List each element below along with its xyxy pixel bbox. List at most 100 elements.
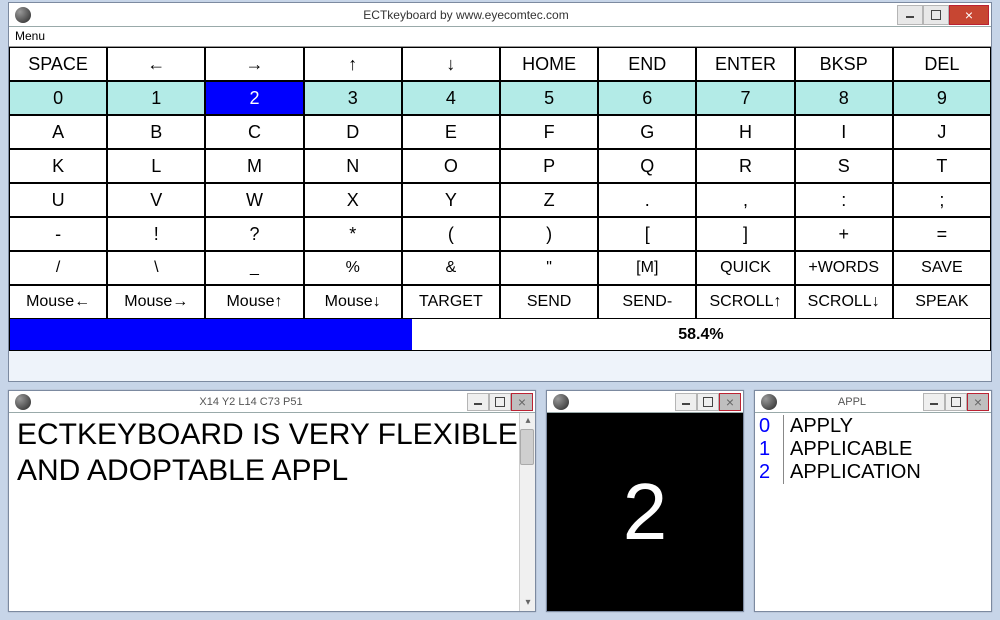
scrollbar[interactable]: ▴ ▾ [519, 413, 535, 611]
key-button[interactable]: B [107, 115, 205, 149]
key-button[interactable]: 6 [598, 81, 696, 115]
key-button[interactable]: ) [500, 217, 598, 251]
text-output[interactable]: ECTKEYBOARD IS VERY FLEXIBLE AND ADOPTAB… [9, 413, 535, 611]
key-button[interactable]: ↓ [402, 47, 500, 81]
key-button[interactable]: 8 [795, 81, 893, 115]
key-button[interactable]: ( [402, 217, 500, 251]
key-button[interactable]: _ [205, 251, 303, 285]
key-button[interactable]: ← [107, 47, 205, 81]
maximize-button[interactable] [923, 5, 949, 25]
key-button[interactable]: Mouse← [9, 285, 107, 319]
key-button[interactable]: F [500, 115, 598, 149]
key-button[interactable]: SCROLL↓ [795, 285, 893, 319]
key-button[interactable]: 4 [402, 81, 500, 115]
key-button[interactable]: N [304, 149, 402, 183]
maximize-button[interactable] [489, 393, 511, 411]
key-button[interactable]: ENTER [696, 47, 794, 81]
key-button[interactable]: * [304, 217, 402, 251]
key-button[interactable]: 5 [500, 81, 598, 115]
key-button[interactable]: HOME [500, 47, 598, 81]
key-button[interactable]: . [598, 183, 696, 217]
suggestion-item[interactable]: 2APPLICATION [759, 461, 987, 484]
key-button[interactable]: 1 [107, 81, 205, 115]
main-titlebar[interactable]: ECTkeyboard by www.eyecomtec.com [9, 3, 991, 27]
key-button[interactable]: + [795, 217, 893, 251]
key-button[interactable]: ? [205, 217, 303, 251]
key-button[interactable]: E [402, 115, 500, 149]
key-button[interactable]: SCROLL↑ [696, 285, 794, 319]
key-button[interactable]: 0 [9, 81, 107, 115]
key-button[interactable]: QUICK [696, 251, 794, 285]
key-button[interactable]: R [696, 149, 794, 183]
key-button[interactable]: O [402, 149, 500, 183]
key-button[interactable]: H [696, 115, 794, 149]
key-button[interactable]: I [795, 115, 893, 149]
key-button[interactable]: X [304, 183, 402, 217]
key-button[interactable]: TARGET [402, 285, 500, 319]
minimize-button[interactable] [467, 393, 489, 411]
key-button[interactable]: G [598, 115, 696, 149]
close-button[interactable] [967, 393, 989, 411]
key-button[interactable]: D [304, 115, 402, 149]
key-button[interactable]: C [205, 115, 303, 149]
key-button[interactable]: T [893, 149, 991, 183]
key-button[interactable]: 3 [304, 81, 402, 115]
key-button[interactable]: J [893, 115, 991, 149]
key-button[interactable]: U [9, 183, 107, 217]
key-button[interactable]: SEND [500, 285, 598, 319]
key-button[interactable]: M [205, 149, 303, 183]
key-button[interactable]: END [598, 47, 696, 81]
key-button[interactable]: P [500, 149, 598, 183]
key-button[interactable]: S [795, 149, 893, 183]
key-button[interactable]: A [9, 115, 107, 149]
close-button[interactable] [949, 5, 989, 25]
key-button[interactable]: BKSP [795, 47, 893, 81]
key-button[interactable]: Z [500, 183, 598, 217]
suggestion-item[interactable]: 0APPLY [759, 415, 987, 438]
key-button[interactable]: ↑ [304, 47, 402, 81]
key-button[interactable]: → [205, 47, 303, 81]
key-button[interactable]: SEND- [598, 285, 696, 319]
key-button[interactable]: SPACE [9, 47, 107, 81]
key-button[interactable]: W [205, 183, 303, 217]
key-button[interactable]: = [893, 217, 991, 251]
key-button[interactable]: , [696, 183, 794, 217]
suggestion-item[interactable]: 1APPLICABLE [759, 438, 987, 461]
minimize-button[interactable] [897, 5, 923, 25]
key-button[interactable]: ! [107, 217, 205, 251]
key-button[interactable]: Mouse→ [107, 285, 205, 319]
key-button[interactable]: [M] [598, 251, 696, 285]
key-button[interactable]: L [107, 149, 205, 183]
key-button[interactable]: ] [696, 217, 794, 251]
menu-bar[interactable]: Menu [9, 27, 991, 47]
scroll-thumb[interactable] [520, 429, 534, 465]
minimize-button[interactable] [675, 393, 697, 411]
key-button[interactable]: +WORDS [795, 251, 893, 285]
key-button[interactable]: Mouse↓ [304, 285, 402, 319]
key-button[interactable]: V [107, 183, 205, 217]
key-button[interactable]: & [402, 251, 500, 285]
key-button[interactable]: 2 [205, 81, 303, 115]
key-button[interactable]: : [795, 183, 893, 217]
scroll-up-arrow[interactable]: ▴ [520, 413, 535, 429]
key-button[interactable]: Mouse↑ [205, 285, 303, 319]
menu-item-menu[interactable]: Menu [15, 29, 45, 43]
key-button[interactable]: K [9, 149, 107, 183]
minimize-button[interactable] [923, 393, 945, 411]
key-button[interactable]: / [9, 251, 107, 285]
scroll-down-arrow[interactable]: ▾ [520, 595, 535, 611]
close-button[interactable] [511, 393, 533, 411]
close-button[interactable] [719, 393, 741, 411]
display-titlebar[interactable] [547, 391, 743, 413]
text-titlebar[interactable]: X14 Y2 L14 C73 P51 [9, 391, 535, 413]
key-button[interactable]: DEL [893, 47, 991, 81]
key-button[interactable]: Y [402, 183, 500, 217]
key-button[interactable]: 7 [696, 81, 794, 115]
maximize-button[interactable] [945, 393, 967, 411]
key-button[interactable]: Q [598, 149, 696, 183]
key-button[interactable]: % [304, 251, 402, 285]
key-button[interactable]: SPEAK [893, 285, 991, 319]
suggestions-titlebar[interactable]: APPL [755, 391, 991, 413]
key-button[interactable]: [ [598, 217, 696, 251]
key-button[interactable]: - [9, 217, 107, 251]
